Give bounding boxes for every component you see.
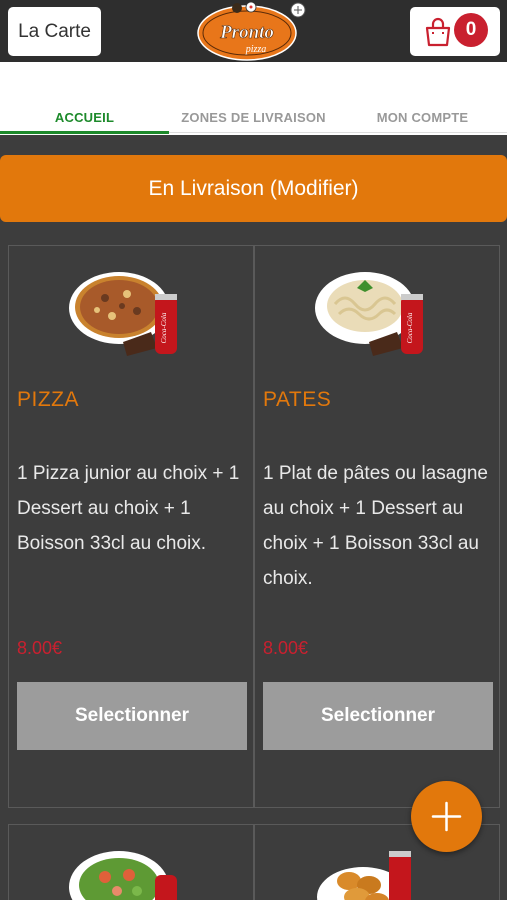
pasta-menu-image: Coca-Cola (315, 272, 423, 356)
plus-icon (431, 801, 462, 832)
tab-accueil[interactable]: ACCUEIL (0, 110, 169, 125)
pronto-pizza-logo[interactable]: Pronto pizza (196, 0, 308, 62)
cart-button[interactable]: 0 (410, 7, 500, 56)
svg-text:Pronto: Pronto (219, 22, 274, 43)
product-card-pizza: Coca-Cola PIZZA 1 Pizza junior au choix … (8, 245, 254, 808)
tab-zones-de-livraison[interactable]: ZONES DE LIVRAISON (169, 110, 338, 125)
salad-menu-image (69, 851, 177, 900)
svg-text:pizza: pizza (245, 44, 267, 55)
product-description: 1 Pizza junior au choix + 1 Dessert au c… (17, 463, 240, 554)
product-card-pates: Coca-Cola PATES 1 Plat de pâtes ou lasag… (254, 245, 500, 808)
add-floating-button[interactable] (411, 781, 482, 852)
select-button[interactable]: Selectionner (263, 682, 493, 750)
select-button[interactable]: Selectionner (17, 682, 247, 750)
active-tab-indicator (0, 131, 169, 134)
cart-count-badge: 0 (454, 13, 488, 47)
svg-text:Coca-Cola: Coca-Cola (160, 312, 168, 343)
tab-mon-compte[interactable]: MON COMPTE (338, 110, 507, 125)
delivery-mode-button[interactable]: En Livraison (Modifier) (0, 155, 507, 222)
tab-bar: ACCUEIL ZONES DE LIVRAISON MON COMPTE (0, 62, 507, 135)
top-bar: La Carte Pronto pizza 0 (0, 0, 507, 62)
product-price: 8.00€ (263, 638, 309, 658)
product-price: 8.00€ (17, 638, 63, 658)
nuggets-menu-image (317, 851, 411, 900)
product-card-salad (8, 824, 254, 900)
pizza-menu-image: Coca-Cola (69, 272, 177, 356)
product-title: PATES (263, 388, 332, 411)
tab-divider (169, 132, 507, 133)
product-title: PIZZA (17, 388, 80, 411)
product-description: 1 Plat de pâtes ou lasagne au choix + 1 … (263, 463, 489, 589)
cart-icon (425, 17, 451, 47)
svg-text:Coca-Cola: Coca-Cola (406, 312, 414, 343)
la-carte-button[interactable]: La Carte (8, 7, 101, 56)
